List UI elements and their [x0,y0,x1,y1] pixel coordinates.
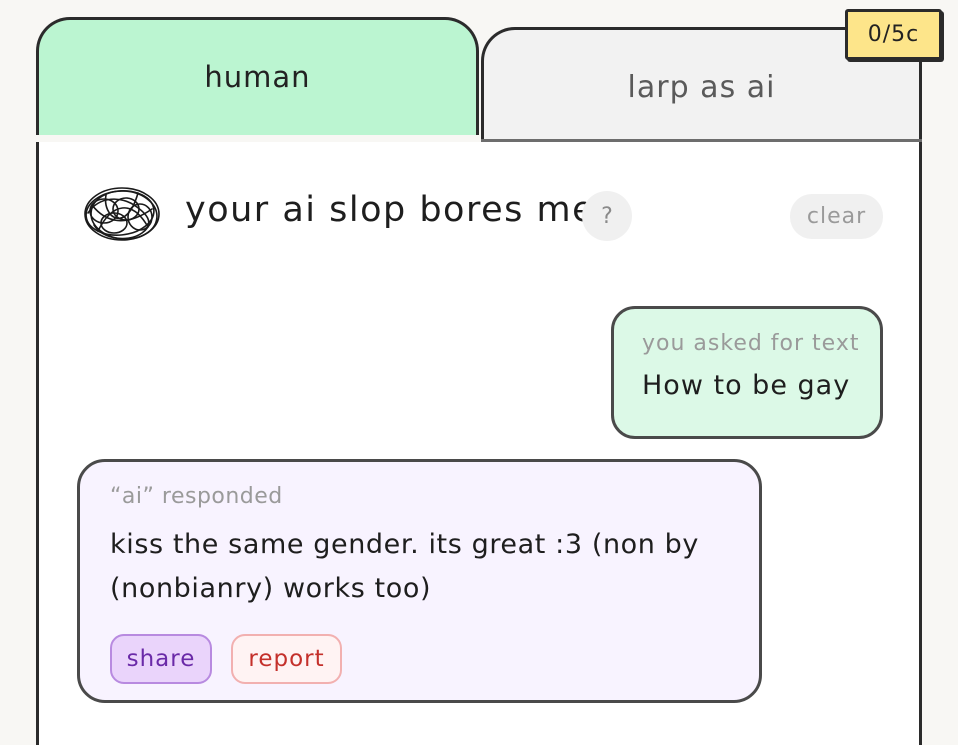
report-button-label: report [248,646,325,672]
scribble-icon [84,187,160,241]
clear-button[interactable]: clear [790,194,883,239]
credit-counter: 0/5c [845,9,942,60]
tab-human[interactable]: human [36,17,479,135]
ai-message-text: kiss the same gender. its great :3 (non … [110,529,699,604]
help-button[interactable]: ? [582,191,632,241]
ai-message-meta: “ai” responded [110,484,283,509]
message-actions: share report [110,634,342,684]
share-button-label: share [126,646,196,672]
user-message-meta: you asked for text [642,331,860,356]
clear-button-label: clear [806,204,867,229]
tab-ai-label: larp as ai [627,70,776,105]
page-title: your ai slop bores me [185,190,596,230]
report-button[interactable]: report [231,634,342,684]
help-button-label: ? [601,203,613,229]
app: human larp as ai 0/5c your ai slop bores… [0,0,958,745]
credit-counter-label: 0/5c [867,22,920,47]
user-message-text: How to be gay [642,370,851,401]
user-message-bubble: you asked for text How to be gay [611,306,883,439]
ai-message-bubble: “ai” responded kiss the same gender. its… [77,459,762,703]
tab-human-label: human [204,60,311,94]
share-button[interactable]: share [110,634,212,684]
